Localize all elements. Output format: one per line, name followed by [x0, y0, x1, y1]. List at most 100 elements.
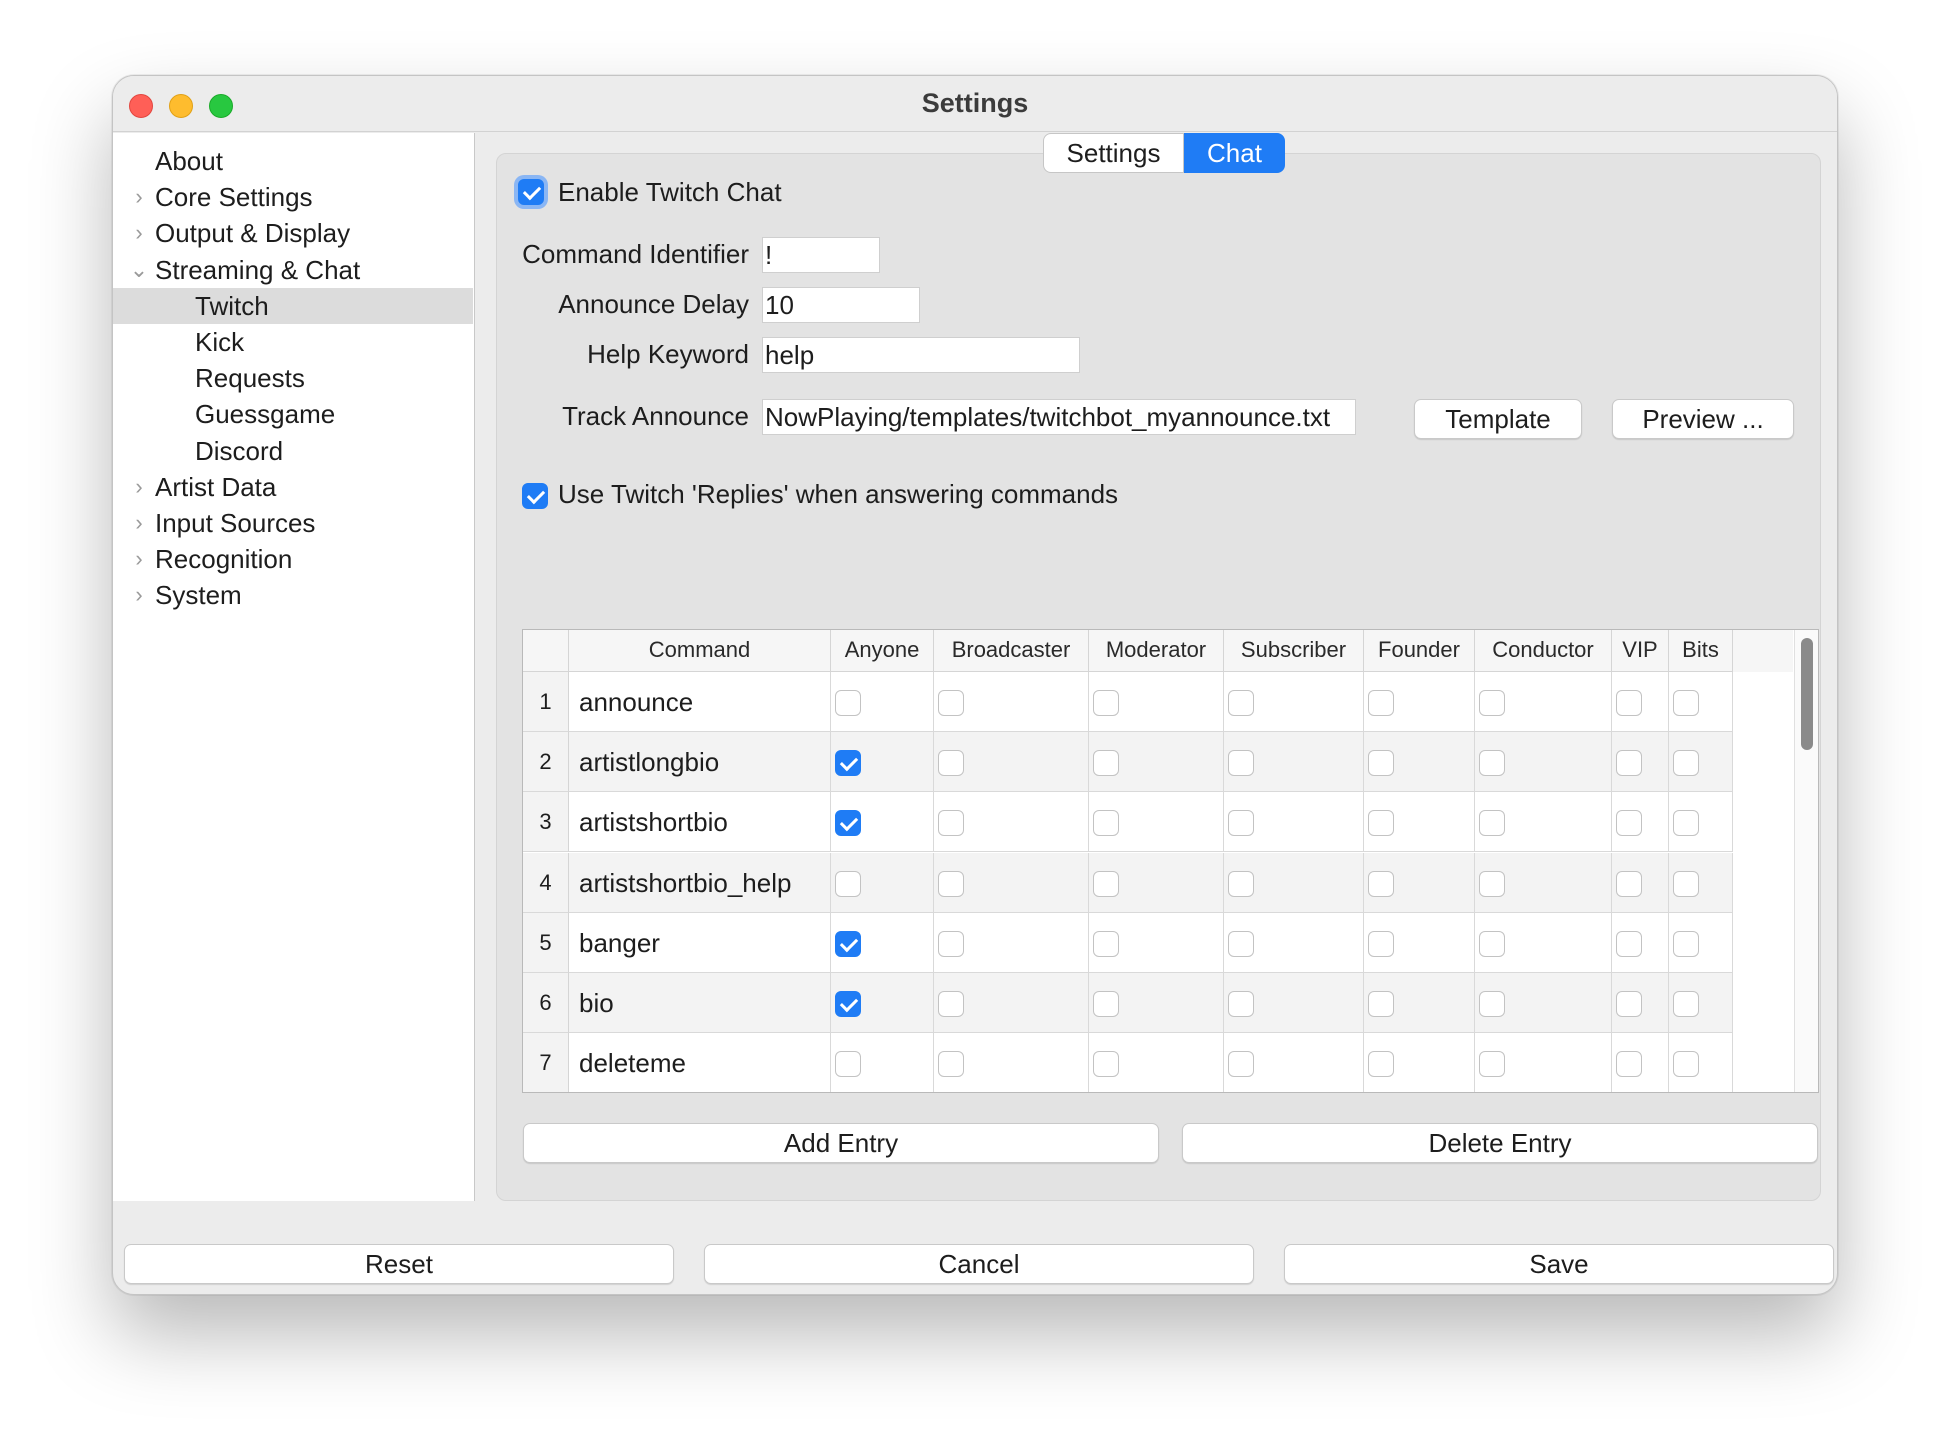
chevron-right-icon[interactable]: ›: [129, 469, 149, 505]
column-header-founder[interactable]: Founder: [1364, 630, 1475, 672]
cancel-button[interactable]: Cancel: [704, 1244, 1254, 1284]
permission-checkbox[interactable]: [1673, 810, 1699, 837]
chevron-right-icon[interactable]: ›: [129, 577, 149, 613]
column-header-moderator[interactable]: Moderator: [1089, 630, 1224, 672]
chevron-right-icon[interactable]: ›: [129, 179, 149, 215]
permission-checkbox[interactable]: [1093, 930, 1119, 957]
permission-checkbox[interactable]: [1368, 1051, 1394, 1078]
row-number[interactable]: 7: [523, 1033, 569, 1092]
column-header-conductor[interactable]: Conductor: [1475, 630, 1612, 672]
permission-checkbox[interactable]: [1479, 991, 1505, 1017]
sidebar-item-discord[interactable]: Discord: [113, 433, 473, 469]
permission-checkbox[interactable]: [835, 750, 861, 777]
permission-checkbox[interactable]: [835, 690, 861, 716]
permission-checkbox[interactable]: [1673, 991, 1699, 1017]
sidebar-item-system[interactable]: › System: [113, 577, 473, 613]
command-cell[interactable]: artistlongbio: [569, 732, 831, 793]
sidebar-item-core-settings[interactable]: › Core Settings: [113, 179, 473, 215]
command-cell[interactable]: bio: [569, 973, 831, 1033]
permission-checkbox[interactable]: [1228, 991, 1254, 1017]
sidebar-item-about[interactable]: About: [113, 143, 473, 179]
permission-checkbox[interactable]: [938, 690, 964, 716]
sidebar-item-output-display[interactable]: › Output & Display: [113, 215, 473, 251]
permission-checkbox[interactable]: [1673, 1051, 1699, 1078]
help-keyword-input[interactable]: help: [762, 337, 1080, 373]
command-cell[interactable]: banger: [569, 912, 831, 973]
permission-checkbox[interactable]: [1673, 690, 1699, 716]
permission-checkbox[interactable]: [1673, 930, 1699, 957]
permission-checkbox[interactable]: [1673, 750, 1699, 777]
permission-checkbox[interactable]: [835, 930, 861, 957]
permission-checkbox[interactable]: [1093, 870, 1119, 897]
sidebar-item-twitch[interactable]: Twitch: [113, 287, 473, 324]
template-button[interactable]: Template: [1414, 399, 1582, 439]
table-row[interactable]: 5 banger: [523, 912, 1733, 973]
permission-checkbox[interactable]: [1673, 870, 1699, 897]
track-announce-input[interactable]: NowPlaying/templates/twitchbot_myannounc…: [762, 399, 1356, 435]
permission-checkbox[interactable]: [835, 991, 861, 1017]
permission-checkbox[interactable]: [938, 930, 964, 957]
permission-checkbox[interactable]: [1228, 930, 1254, 957]
permission-checkbox[interactable]: [1479, 810, 1505, 837]
table-scrollbar-thumb[interactable]: [1801, 638, 1813, 750]
permission-checkbox[interactable]: [1616, 870, 1642, 897]
permission-checkbox[interactable]: [938, 810, 964, 837]
enable-twitch-chat-checkbox[interactable]: [518, 179, 544, 205]
permission-checkbox[interactable]: [1616, 750, 1642, 777]
row-number[interactable]: 4: [523, 852, 569, 913]
command-cell[interactable]: announce: [569, 672, 831, 732]
permission-checkbox[interactable]: [1093, 991, 1119, 1017]
permission-checkbox[interactable]: [835, 1051, 861, 1078]
permission-checkbox[interactable]: [1228, 690, 1254, 716]
command-cell[interactable]: artistshortbio: [569, 792, 831, 853]
permission-checkbox[interactable]: [1368, 991, 1394, 1017]
sidebar-item-streaming-chat[interactable]: ⌄ Streaming & Chat: [113, 252, 473, 288]
permission-checkbox[interactable]: [1479, 690, 1505, 716]
reset-button[interactable]: Reset: [124, 1244, 674, 1284]
permission-checkbox[interactable]: [1479, 1051, 1505, 1078]
column-header-subscriber[interactable]: Subscriber: [1224, 630, 1364, 672]
permission-checkbox[interactable]: [1479, 750, 1505, 777]
permission-checkbox[interactable]: [835, 810, 861, 837]
permission-checkbox[interactable]: [1093, 690, 1119, 716]
permission-checkbox[interactable]: [938, 750, 964, 777]
sidebar-item-input-sources[interactable]: › Input Sources: [113, 505, 473, 541]
tab-settings[interactable]: Settings: [1043, 133, 1184, 173]
permission-checkbox[interactable]: [1093, 750, 1119, 777]
tab-chat[interactable]: Chat: [1184, 133, 1285, 173]
permission-checkbox[interactable]: [1228, 810, 1254, 837]
command-cell[interactable]: deleteme: [569, 1033, 831, 1092]
table-row[interactable]: 2 artistlongbio: [523, 732, 1733, 793]
column-header-command[interactable]: Command: [569, 630, 831, 672]
chevron-right-icon[interactable]: ›: [129, 541, 149, 577]
table-scrollbar[interactable]: [1794, 630, 1818, 1092]
permission-checkbox[interactable]: [1616, 810, 1642, 837]
table-row[interactable]: 1 announce: [523, 672, 1733, 732]
announce-delay-input[interactable]: 10: [762, 287, 920, 323]
use-replies-checkbox[interactable]: [522, 483, 548, 509]
column-header-vip[interactable]: VIP: [1612, 630, 1669, 672]
permission-checkbox[interactable]: [1228, 870, 1254, 897]
permission-checkbox[interactable]: [1368, 750, 1394, 777]
permission-checkbox[interactable]: [1093, 810, 1119, 837]
permission-checkbox[interactable]: [1228, 750, 1254, 777]
column-header-broadcaster[interactable]: Broadcaster: [934, 630, 1089, 672]
permission-checkbox[interactable]: [1616, 930, 1642, 957]
permission-checkbox[interactable]: [938, 991, 964, 1017]
column-header-bits[interactable]: Bits: [1669, 630, 1733, 672]
sidebar-item-recognition[interactable]: › Recognition: [113, 541, 473, 577]
permission-checkbox[interactable]: [1368, 690, 1394, 716]
row-number[interactable]: 6: [523, 973, 569, 1033]
permission-checkbox[interactable]: [1616, 1051, 1642, 1078]
command-identifier-input[interactable]: !: [762, 237, 880, 273]
permission-checkbox[interactable]: [1368, 930, 1394, 957]
permission-checkbox[interactable]: [835, 870, 861, 897]
sidebar-item-requests[interactable]: Requests: [113, 360, 473, 396]
permission-checkbox[interactable]: [938, 870, 964, 897]
table-row[interactable]: 4 artistshortbio_help: [523, 852, 1733, 913]
permission-checkbox[interactable]: [1368, 810, 1394, 837]
sidebar-item-guessgame[interactable]: Guessgame: [113, 396, 473, 432]
sidebar-item-kick[interactable]: Kick: [113, 324, 473, 360]
command-cell[interactable]: artistshortbio_help: [569, 852, 831, 913]
sidebar-item-artist-data[interactable]: › Artist Data: [113, 469, 473, 505]
